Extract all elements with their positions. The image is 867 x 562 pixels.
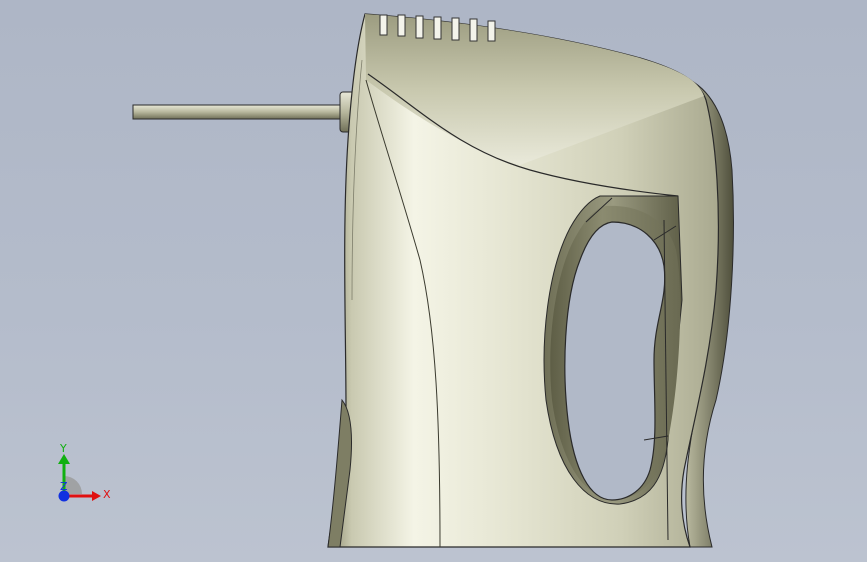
handle-hole[interactable] [564,221,666,501]
beater-shaft[interactable] [132,91,355,133]
z-axis-label: Z [60,480,68,493]
3d-viewport[interactable]: Y X Z [0,0,867,562]
y-axis-label: Y [59,442,67,455]
x-axis-label: X [103,488,111,501]
axis-triad: Y X Z [58,442,111,502]
shaft-rod [132,104,346,120]
hand-mixer-model[interactable] [0,0,867,562]
